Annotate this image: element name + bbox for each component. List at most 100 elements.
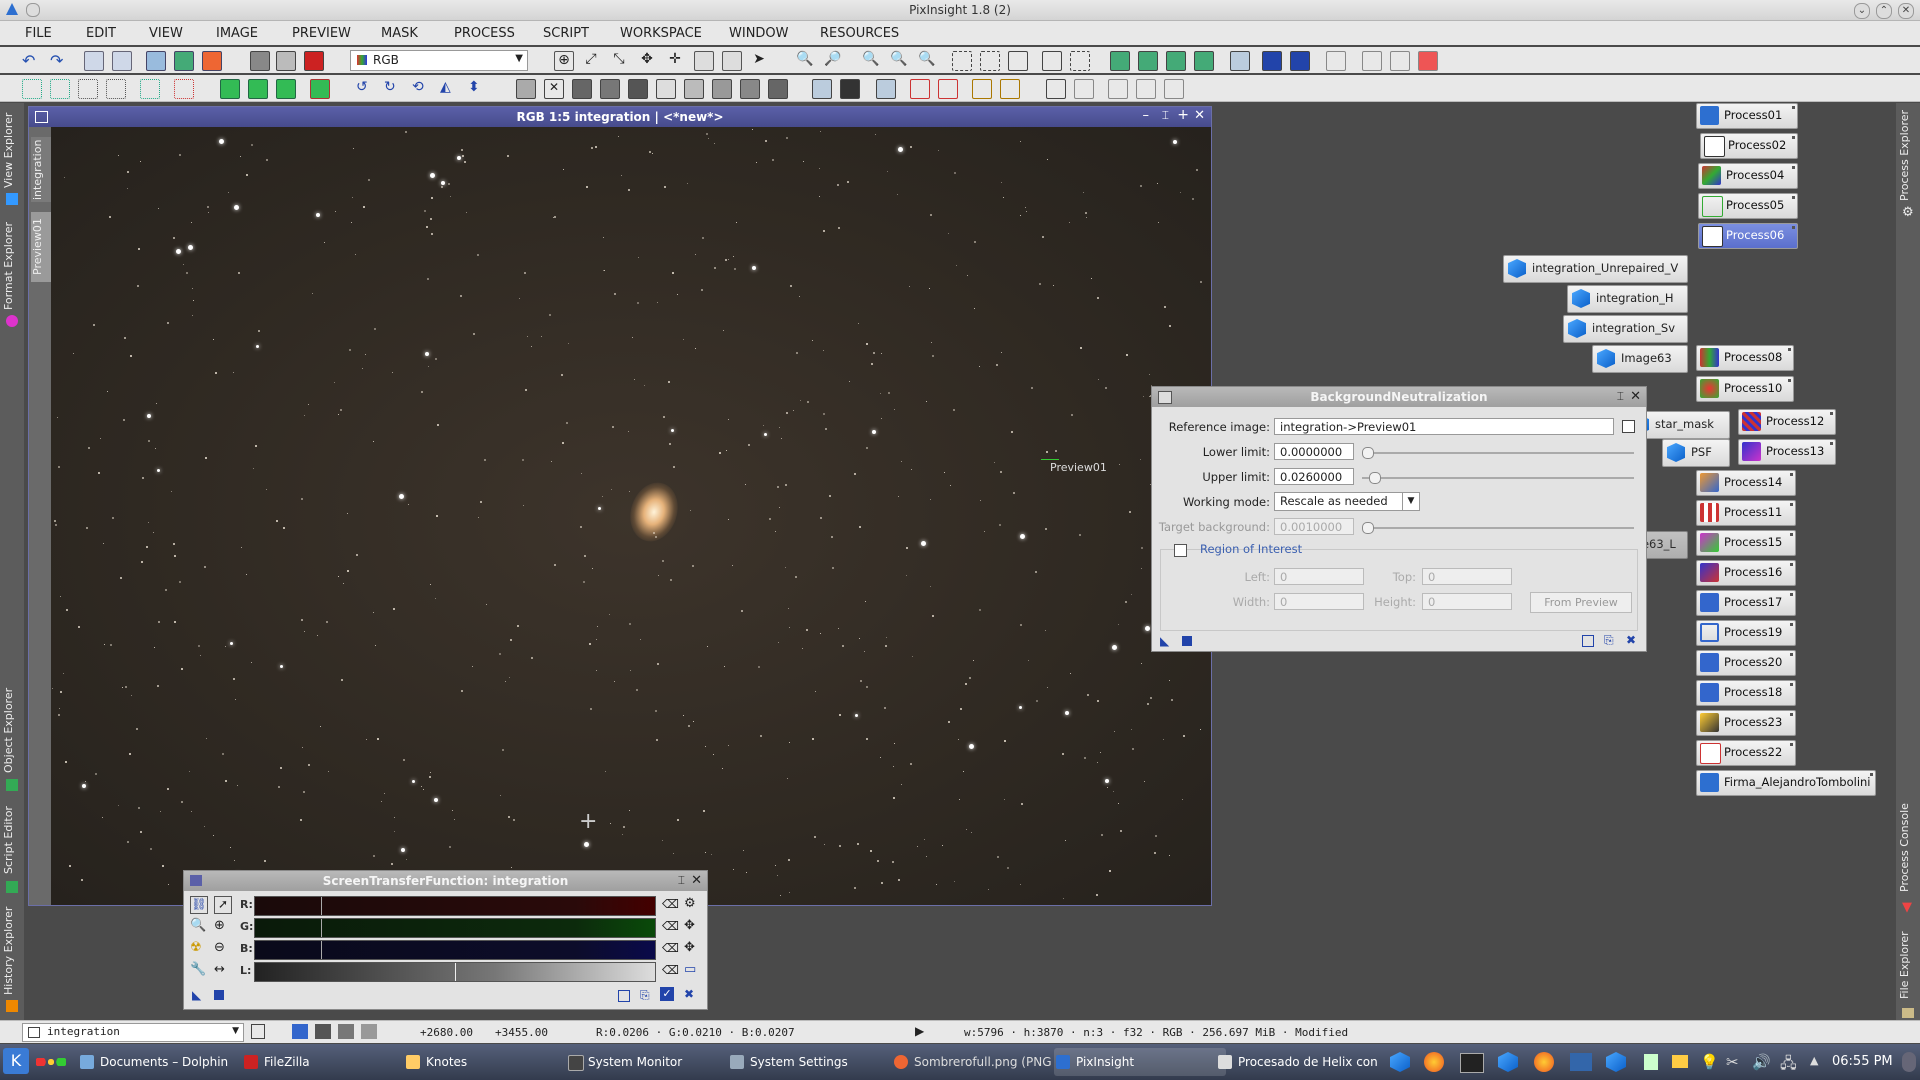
crop-icon[interactable]: [276, 51, 296, 71]
target-background-slider[interactable]: [1362, 522, 1634, 534]
zoom-fullscreen-icon[interactable]: ⤡: [610, 51, 628, 69]
tab-history-explorer[interactable]: History Explorer: [2, 903, 22, 998]
menu-image[interactable]: IMAGE: [216, 26, 258, 41]
checkmark-icon[interactable]: ✓: [660, 987, 674, 1001]
reset-l-icon[interactable]: ⌫: [662, 963, 679, 977]
cube-green-1-icon[interactable]: [220, 79, 240, 99]
task-procesado[interactable]: Procesado de Helix con: [1216, 1048, 1388, 1076]
open-icon[interactable]: [84, 51, 104, 71]
side-panel-2-icon[interactable]: [1074, 79, 1094, 99]
clock[interactable]: 06:55 PM: [1832, 1054, 1893, 1069]
mask-invert-icon[interactable]: [1166, 51, 1186, 71]
process-icon-process18[interactable]: Process18: [1696, 680, 1796, 706]
process-exec-icon[interactable]: [1390, 51, 1410, 71]
side-panel-3-icon[interactable]: [1108, 79, 1128, 99]
edit-doc-icon[interactable]: ⎘: [640, 988, 650, 1003]
minimize-icon[interactable]: ⌄: [1854, 3, 1870, 19]
grid-1-icon[interactable]: [22, 79, 42, 99]
auto-stretch-icon[interactable]: ☢: [190, 940, 202, 955]
image-window-title-bar[interactable]: RGB 1:5 integration | <*new*> – ⌶ + ✕: [29, 107, 1211, 127]
channel-r-icon[interactable]: [572, 79, 592, 99]
mask-icon[interactable]: [304, 51, 324, 71]
display-stf-icon[interactable]: [812, 79, 832, 99]
roi-checkbox[interactable]: [1174, 544, 1187, 557]
upper-limit-field[interactable]: 0.0260000: [1274, 468, 1354, 485]
reset-b-icon[interactable]: ⌫: [662, 941, 679, 955]
pan-h-icon[interactable]: ↔: [214, 962, 225, 977]
tab-object-explorer[interactable]: Object Explorer: [2, 683, 22, 778]
display-icon[interactable]: [1570, 1053, 1592, 1071]
roi-width-field[interactable]: 0: [1274, 593, 1364, 610]
reset-icon[interactable]: ✖: [684, 987, 694, 1001]
tab-format-explorer[interactable]: Format Explorer: [2, 218, 22, 313]
tab-file-explorer[interactable]: File Explorer: [1898, 923, 1918, 1008]
grid-4-icon[interactable]: [106, 79, 126, 99]
display-check-icon[interactable]: [972, 79, 992, 99]
network-icon[interactable]: 🖧: [1780, 1053, 1797, 1078]
select-view-icon[interactable]: [1622, 420, 1635, 433]
image-icon-integration-h[interactable]: integration_H: [1567, 285, 1688, 313]
zoom-1-1-icon[interactable]: 🔍: [862, 51, 880, 69]
lower-limit-field[interactable]: 0.0000000: [1274, 443, 1354, 460]
tray-expand-icon[interactable]: ▲: [1810, 1054, 1818, 1067]
process-icon-process12[interactable]: Process12: [1738, 409, 1836, 435]
midtones-marker[interactable]: [321, 941, 322, 959]
menu-preview[interactable]: PREVIEW: [292, 26, 351, 41]
process-icon-process23[interactable]: Process23: [1696, 710, 1796, 736]
link-channels-icon[interactable]: ⛓: [190, 896, 208, 914]
color-space-select[interactable]: RGB ▼: [350, 50, 528, 71]
tile-icon[interactable]: [980, 51, 1000, 71]
display-gamut-icon[interactable]: [938, 79, 958, 99]
process-icon-process11[interactable]: Process11: [1696, 500, 1796, 526]
image-icon-psf[interactable]: PSF: [1662, 439, 1730, 467]
reset-r-icon[interactable]: ⌫: [662, 897, 679, 911]
notes-tray-icon[interactable]: [1644, 1054, 1658, 1070]
histogram-g[interactable]: [254, 918, 656, 938]
tab-process-explorer[interactable]: Process Explorer: [1898, 108, 1918, 203]
history-icon[interactable]: [1326, 51, 1346, 71]
histogram-r[interactable]: [254, 896, 656, 916]
channel-g-icon[interactable]: [600, 79, 620, 99]
grid-2-icon[interactable]: [50, 79, 70, 99]
reset-icon[interactable]: ✖: [1626, 633, 1636, 647]
menu-window[interactable]: WINDOW: [729, 26, 789, 41]
apply-global-icon[interactable]: [1182, 636, 1192, 646]
reference-image-field[interactable]: integration->Preview01: [1274, 418, 1614, 435]
grid-6-icon[interactable]: [174, 79, 194, 99]
move-b-icon[interactable]: ✥: [684, 940, 695, 955]
tab-process-console[interactable]: Process Console: [1898, 798, 1918, 898]
image-maximize-icon[interactable]: +: [1177, 107, 1189, 123]
rotate-right-icon[interactable]: ↻: [384, 79, 402, 97]
channel-x-icon[interactable]: ✕: [544, 79, 564, 99]
tray-app1-icon[interactable]: [1390, 1052, 1410, 1072]
cascade-icon[interactable]: [1008, 51, 1028, 71]
process-icon-process06[interactable]: Process06: [1698, 223, 1798, 249]
channel-rgb-button[interactable]: [292, 1024, 308, 1039]
image-icon-integration-unrepaired-v[interactable]: integration_Unrepaired_V: [1503, 255, 1688, 283]
readout-icon[interactable]: [694, 51, 714, 71]
tray-app3-icon[interactable]: [1606, 1052, 1626, 1072]
process-icon-process05[interactable]: Process05: [1698, 193, 1798, 219]
slider-knob[interactable]: [1369, 472, 1381, 484]
bulb-tray-icon[interactable]: 💡: [1700, 1053, 1719, 1071]
image-minimize-icon[interactable]: –: [1143, 108, 1150, 123]
redo-icon[interactable]: ↷: [50, 51, 68, 70]
channel-rgb-icon[interactable]: [516, 79, 536, 99]
channel-h-icon[interactable]: [768, 79, 788, 99]
side-panel-4-icon[interactable]: [1136, 79, 1156, 99]
task-system-settings[interactable]: System Settings: [728, 1048, 890, 1076]
edit-mode-icon[interactable]: ➚: [214, 896, 232, 914]
gear-icon[interactable]: ⚙: [684, 896, 696, 911]
view-selector[interactable]: integration ▼: [22, 1023, 244, 1042]
menu-workspace[interactable]: WORKSPACE: [620, 26, 702, 41]
menu-mask[interactable]: MASK: [381, 26, 418, 41]
channel-a-icon[interactable]: [684, 79, 704, 99]
channel-gray-2-button[interactable]: [338, 1024, 354, 1039]
mirror-v-icon[interactable]: ⬍: [468, 79, 486, 97]
channel-gray-1-button[interactable]: [315, 1024, 331, 1039]
process-icon-process02[interactable]: Process02: [1700, 133, 1798, 159]
midtones-marker[interactable]: [321, 897, 322, 915]
menu-file[interactable]: FILE: [25, 26, 52, 41]
undo-icon[interactable]: ↶: [22, 51, 40, 70]
midtones-marker[interactable]: [455, 963, 456, 981]
